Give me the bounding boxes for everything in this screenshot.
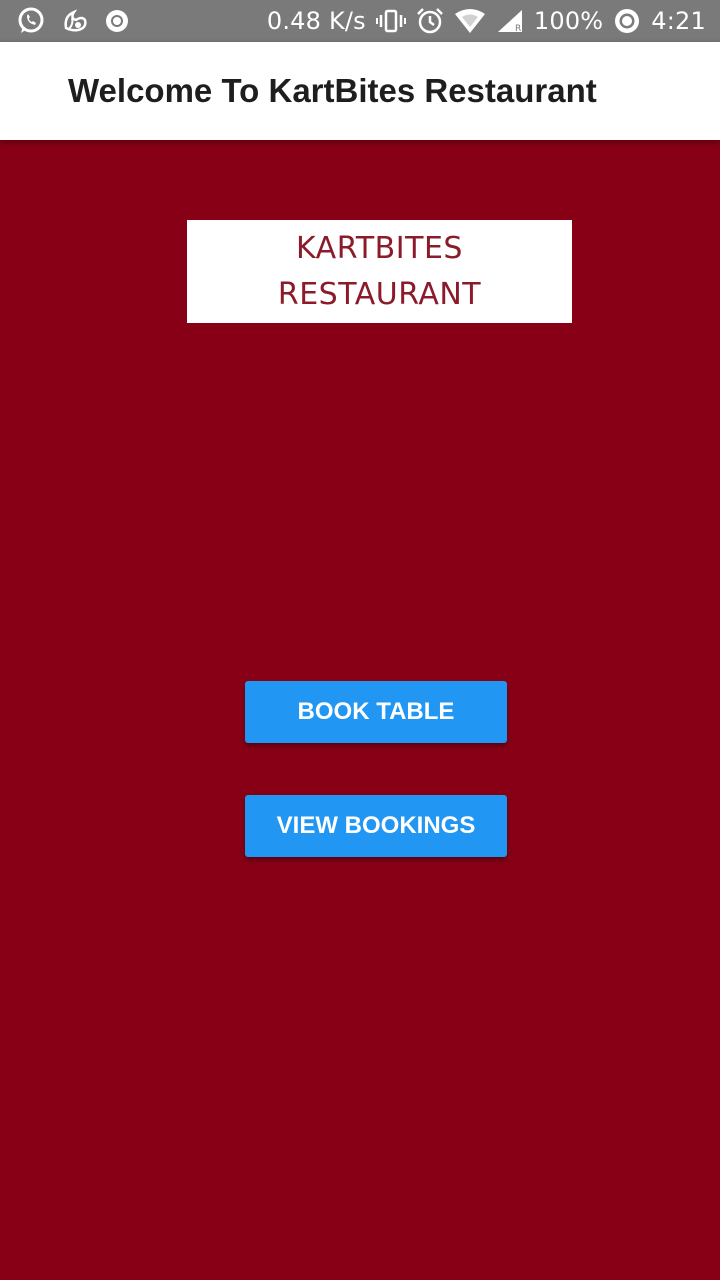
logo-line-1: KARTBITES [296,230,463,266]
svg-text:R: R [515,24,521,34]
restaurant-logo: KARTBITES RESTAURANT [187,220,572,323]
notification-icons [16,6,130,36]
book-table-button[interactable]: BOOK TABLE [245,681,507,743]
record-icon [104,8,130,34]
vibrate-icon [375,8,406,34]
whatsapp-icon [16,6,46,36]
logo-line-2: RESTAURANT [277,276,482,312]
page-title: Welcome To KartBites Restaurant [68,72,597,109]
app-bar: Welcome To KartBites Restaurant [0,42,720,140]
system-status: 0.48 K/s R 100% 4:21 [267,7,706,35]
battery-level: 100% [533,7,604,35]
main-content: KARTBITES RESTAURANT BOOK TABLE VIEW BOO… [0,140,720,1280]
alarm-icon [416,7,444,35]
network-speed: 0.48 K/s [266,7,366,35]
clock: 4:21 [651,7,706,35]
status-bar: 0.48 K/s R 100% 4:21 [0,0,720,42]
wifi-icon [454,8,486,34]
cell-signal-icon: R [496,8,524,34]
battery-saver-icon [613,7,641,35]
view-bookings-button[interactable]: VIEW BOOKINGS [245,795,507,857]
uc-browser-icon [60,6,90,36]
